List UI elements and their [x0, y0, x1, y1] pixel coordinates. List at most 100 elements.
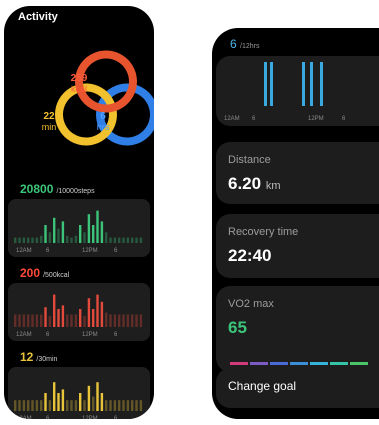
hours-chart[interactable]: 12AM 6 12PM 6 [216, 56, 379, 126]
vo2-scale-segment [250, 362, 268, 365]
steps-chart[interactable]: 12AM 6 12PM 6 [8, 199, 150, 257]
bar [27, 237, 30, 243]
bar [92, 309, 95, 327]
bar [48, 232, 52, 243]
bar [122, 314, 125, 327]
bar [109, 400, 112, 411]
vo2-scale-segment [230, 362, 248, 365]
bar [135, 314, 138, 327]
bar [53, 217, 56, 243]
calories-total: 200 [20, 266, 41, 280]
hours-summary: 6 /12hrs [230, 37, 260, 51]
hours-goal: /12hrs [240, 43, 260, 50]
distance-number: 6.20 [228, 174, 262, 193]
bar [61, 221, 65, 243]
bar [31, 400, 34, 411]
bar [57, 309, 60, 327]
bar [44, 225, 47, 243]
axis-start: 12AM [16, 416, 32, 419]
vo2-card[interactable]: VO2 max 65 [216, 286, 379, 372]
calories-unit: kcal [70, 84, 87, 94]
bar [118, 237, 121, 243]
bar [66, 400, 69, 411]
axis-6pm: 6 [114, 416, 118, 419]
change-goal-label: Change goal [228, 379, 297, 393]
axis-noon: 12PM [82, 416, 98, 419]
bar [92, 225, 95, 243]
bar [139, 314, 143, 327]
bar [74, 235, 78, 243]
bar [83, 400, 86, 411]
bar [22, 237, 26, 243]
vo2-scale-segment [310, 362, 328, 365]
axis-6pm: 6 [114, 248, 118, 254]
bar [122, 400, 125, 411]
minutes-chart[interactable]: 12AM 6 12PM 6 [8, 367, 150, 419]
distance-label: Distance [228, 154, 271, 166]
hours-value: 6 [100, 111, 106, 122]
recovery-value: 22:40 [228, 246, 272, 265]
steps-summary: 20800 /10000steps [20, 182, 95, 196]
bar [79, 225, 82, 243]
activity-rings [55, 50, 154, 146]
calories-label: 259 kcal [64, 74, 94, 95]
calories-chart[interactable]: 12AM 6 12PM 6 [8, 283, 150, 341]
bar [27, 400, 30, 411]
detail-screen: 6 /12hrs 12AM 6 12PM 6 Distance 6.20 km … [212, 28, 379, 419]
bar [92, 396, 95, 411]
bar [113, 237, 117, 243]
bar [122, 237, 125, 243]
bar [70, 237, 73, 243]
bar [14, 237, 17, 243]
change-goal-button[interactable]: Change goal [216, 368, 379, 408]
hours-label: 6 hrs [93, 111, 113, 133]
bar [96, 382, 99, 411]
bar [18, 314, 21, 327]
steps-value: 20800 [20, 182, 54, 196]
axis-noon: 12PM [82, 332, 98, 338]
hour-bar [270, 62, 273, 106]
recovery-card[interactable]: Recovery time 22:40 [216, 214, 379, 278]
bar [87, 214, 91, 243]
bar [135, 400, 138, 411]
bar [40, 314, 43, 327]
bar [27, 314, 30, 327]
bar [87, 385, 91, 411]
distance-card[interactable]: Distance 6.20 km [216, 142, 379, 204]
axis-6am: 6 [46, 248, 50, 254]
bar [109, 237, 112, 243]
bar [96, 210, 99, 243]
bar [44, 307, 47, 327]
minutes-value: 22 [43, 111, 55, 122]
bar [35, 237, 39, 243]
bar [44, 393, 47, 411]
bar [105, 400, 108, 411]
bar [139, 400, 143, 411]
bar [40, 400, 43, 411]
bar [74, 314, 78, 327]
bar [100, 393, 104, 411]
bar [109, 314, 112, 327]
bar [14, 314, 17, 327]
screen-title: Activity [18, 11, 58, 23]
hour-bars [264, 62, 323, 106]
bar [87, 298, 91, 327]
bar [18, 237, 21, 243]
hours-total: 6 [230, 37, 237, 51]
bar [14, 400, 17, 411]
bar [70, 400, 73, 411]
recovery-label: Recovery time [228, 226, 299, 238]
vo2-scale-segment [350, 362, 368, 365]
calories-summary: 200 /500kcal [20, 266, 69, 280]
distance-unit: km [265, 180, 281, 192]
axis-6am: 6 [252, 116, 256, 122]
steps-goal: /10000steps [56, 188, 95, 195]
axis-6pm: 6 [342, 116, 346, 122]
bar [31, 237, 34, 243]
minutes-goal: /30min [36, 356, 58, 363]
bar [61, 389, 65, 411]
bar [22, 400, 26, 411]
distance-value: 6.20 km [228, 174, 281, 194]
bar [66, 314, 69, 327]
minutes-label: 22 min [37, 111, 61, 133]
